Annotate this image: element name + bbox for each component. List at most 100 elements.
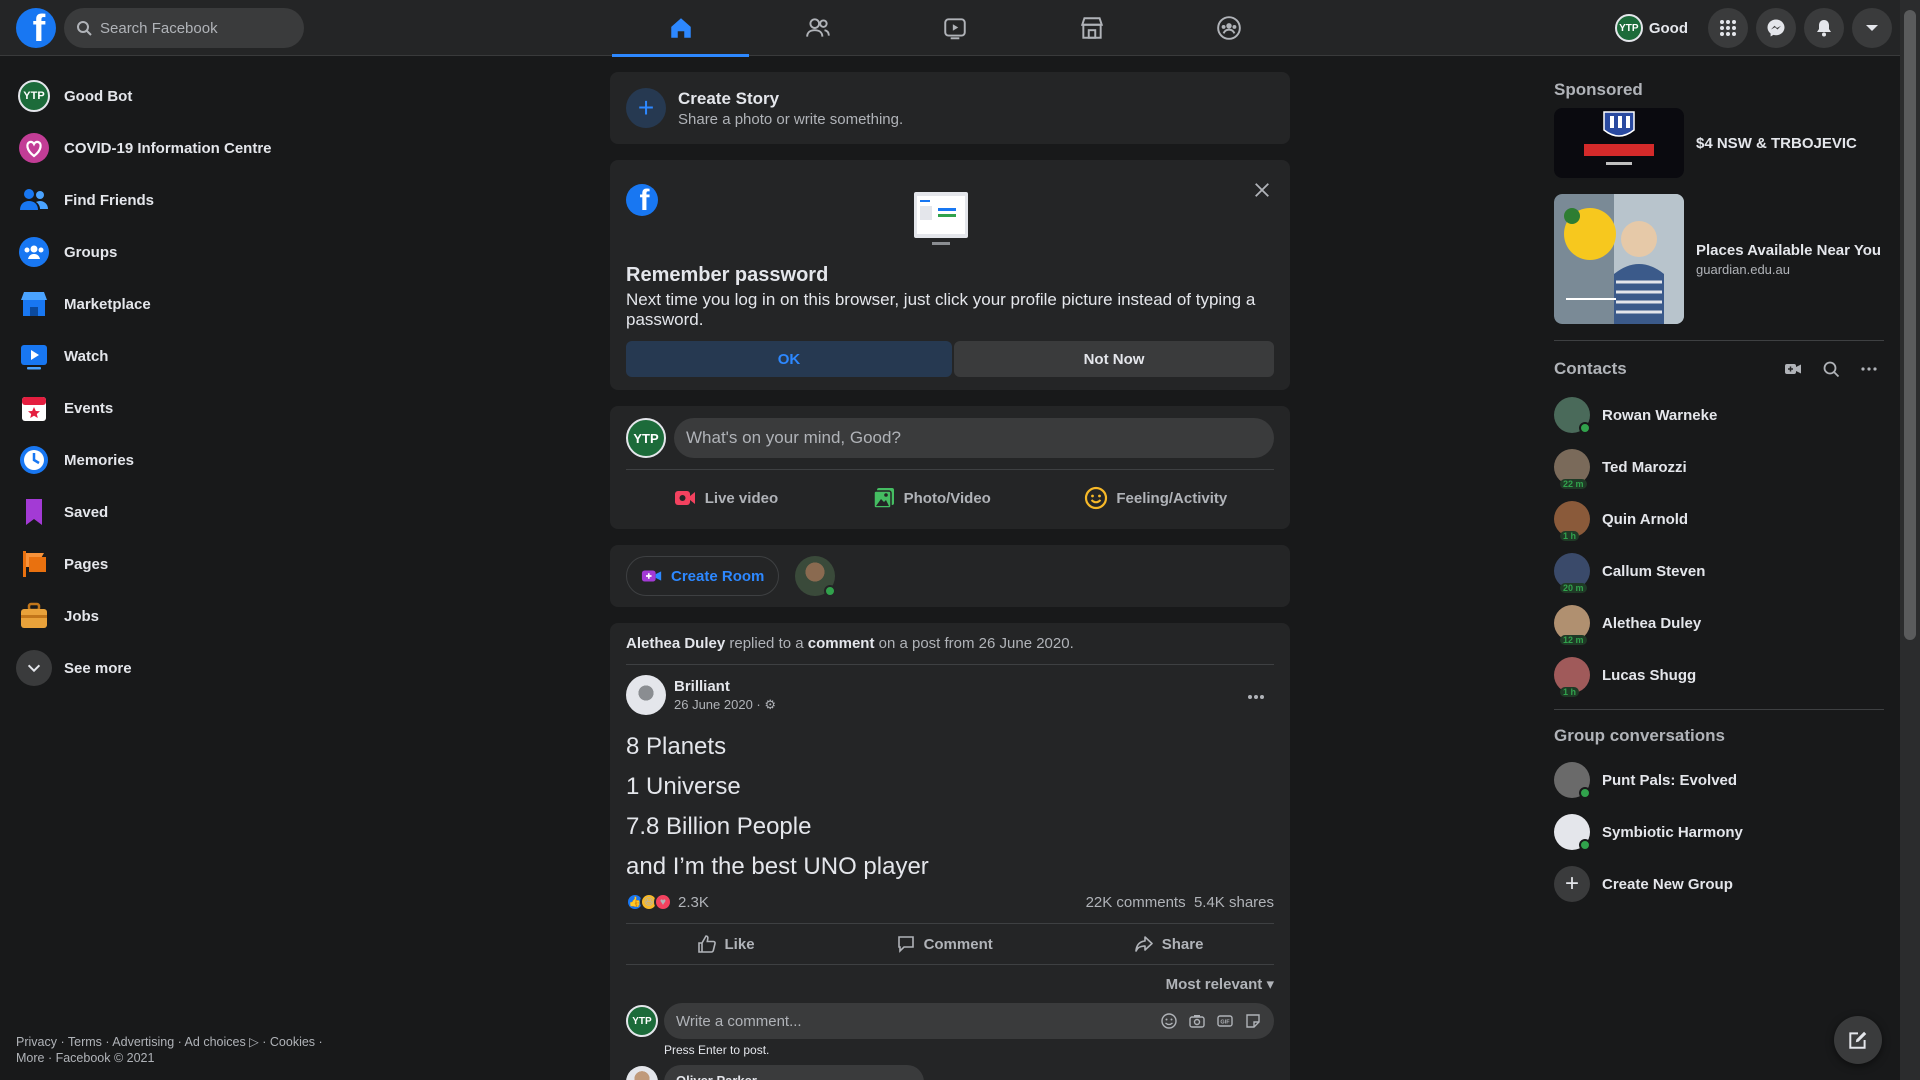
last-active-badge: 22 m xyxy=(1560,479,1587,489)
search-input[interactable] xyxy=(100,19,290,37)
avatar[interactable] xyxy=(626,675,666,715)
contact-item[interactable]: 1 h Lucas Shugg xyxy=(1554,649,1884,701)
create-room-button[interactable]: Create Room xyxy=(626,556,780,596)
sidebar-item-find-friends[interactable]: Find Friends xyxy=(8,174,348,226)
search-icon xyxy=(77,21,92,36)
sidebar-item-see-more[interactable]: See more xyxy=(8,642,348,694)
watch-icon xyxy=(943,18,966,40)
footer-line[interactable]: More · Facebook © 2021 xyxy=(16,1050,356,1066)
scrollbar-thumb[interactable] xyxy=(1904,10,1916,640)
page-scrollbar[interactable] xyxy=(1900,0,1920,1080)
activity-text: on a post from 26 June 2020. xyxy=(874,635,1074,652)
divider xyxy=(1554,340,1884,341)
photo-video-button[interactable]: Photo/Video xyxy=(872,486,991,510)
sidebar-item-watch[interactable]: Watch xyxy=(8,330,348,382)
comment-button[interactable]: Comment xyxy=(896,934,993,954)
sticker-icon[interactable] xyxy=(1244,1012,1262,1030)
notifications-button[interactable] xyxy=(1804,8,1844,48)
search-icon[interactable] xyxy=(1822,360,1840,378)
sidebar-item-covid[interactable]: COVID-19 Information Centre xyxy=(8,122,348,174)
sidebar-item-label: Events xyxy=(64,399,114,417)
tab-friends[interactable] xyxy=(749,0,886,56)
ad-image xyxy=(1554,194,1684,324)
avatar[interactable] xyxy=(795,556,837,597)
sidebar-item-groups[interactable]: Groups xyxy=(8,226,348,278)
contact-item[interactable]: 22 m Ted Marozzi xyxy=(1554,441,1884,493)
new-room-icon[interactable] xyxy=(1784,360,1802,378)
contact-item[interactable]: Rowan Warneke xyxy=(1554,389,1884,441)
post-text-line: 7.8 Billion People xyxy=(626,813,812,840)
contact-item[interactable]: 1 h Quin Arnold xyxy=(1554,493,1884,545)
like-label: Like xyxy=(724,935,755,953)
like-button[interactable]: Like xyxy=(697,934,755,954)
sidebar-item-marketplace[interactable]: Marketplace xyxy=(8,278,348,330)
activity-comment-link[interactable]: comment xyxy=(808,635,875,652)
post-date[interactable]: 26 June 2020 · ⚙ xyxy=(674,697,776,713)
sidebar-item-jobs[interactable]: Jobs xyxy=(8,590,348,642)
avatar[interactable]: YTP xyxy=(626,418,666,458)
profile-chip[interactable]: YTP Good xyxy=(1611,10,1700,46)
footer-line[interactable]: Privacy · Terms · Advertising · Ad choic… xyxy=(16,1034,356,1050)
post-author-name[interactable]: Brilliant xyxy=(674,678,776,695)
comments-count[interactable]: 22K comments xyxy=(1086,894,1186,911)
svg-text:GIF: GIF xyxy=(1220,1020,1230,1026)
feed-post: Alethea Duley replied to a comment on a … xyxy=(610,623,1290,1080)
activity-actor[interactable]: Alethea Duley xyxy=(626,635,725,652)
shares-count[interactable]: 5.4K shares xyxy=(1194,894,1274,911)
composer-input[interactable]: What's on your mind, Good? xyxy=(674,418,1274,458)
comment-author[interactable]: Oliver Parker xyxy=(664,1065,924,1080)
contact-name: Callum Steven xyxy=(1602,562,1706,580)
live-video-button[interactable]: Live video xyxy=(673,486,778,510)
sidebar-item-pages[interactable]: Pages xyxy=(8,538,348,590)
sidebar-item-events[interactable]: Events xyxy=(8,382,348,434)
comment-input[interactable]: Write a comment... GIF xyxy=(664,1003,1274,1039)
contact-item[interactable]: 12 m Alethea Duley xyxy=(1554,597,1884,649)
emoji-icon[interactable] xyxy=(1160,1012,1178,1030)
more-horizontal-icon[interactable] xyxy=(1860,360,1878,378)
plus-icon: + xyxy=(1554,866,1590,902)
sidebar-item-memories[interactable]: Memories xyxy=(8,434,348,486)
share-button[interactable]: Share xyxy=(1134,934,1203,954)
group-conversation-item[interactable]: Punt Pals: Evolved xyxy=(1554,754,1884,806)
menu-button[interactable] xyxy=(1708,8,1748,48)
reactions-summary[interactable]: 👍 😆 ♥ 2.3K xyxy=(626,893,709,911)
covid-heart-icon xyxy=(19,133,49,163)
account-button[interactable] xyxy=(1852,8,1892,48)
footer-links[interactable]: Privacy · Terms · Advertising · Ad choic… xyxy=(16,1034,356,1066)
avatar[interactable] xyxy=(626,1066,658,1080)
gif-icon[interactable]: GIF xyxy=(1216,1012,1234,1030)
comment-sort-dropdown[interactable]: Most relevant ▾ xyxy=(626,975,1274,995)
facebook-logo[interactable]: f xyxy=(16,8,56,48)
create-story-card[interactable]: + Create Story Share a photo or write so… xyxy=(610,72,1290,144)
tab-home[interactable] xyxy=(612,0,749,57)
close-button[interactable] xyxy=(1248,176,1276,204)
caret-down-icon xyxy=(1866,25,1878,31)
sidebar-item-profile[interactable]: YTP Good Bot xyxy=(8,70,348,122)
contact-name: Ted Marozzi xyxy=(1602,458,1687,476)
messenger-button[interactable] xyxy=(1756,8,1796,48)
sidebar-item-label: Good Bot xyxy=(64,87,133,105)
sidebar-item-saved[interactable]: Saved xyxy=(8,486,348,538)
tab-groups[interactable] xyxy=(1160,0,1297,56)
contact-name: Alethea Duley xyxy=(1602,614,1702,632)
search-box[interactable] xyxy=(64,8,304,48)
create-new-group-button[interactable]: + Create New Group xyxy=(1554,858,1884,910)
love-reaction-icon: ♥ xyxy=(654,893,672,911)
ok-button[interactable]: OK xyxy=(626,341,952,377)
new-message-button[interactable] xyxy=(1834,1016,1882,1064)
feeling-activity-button[interactable]: Feeling/Activity xyxy=(1084,486,1227,510)
tab-marketplace[interactable] xyxy=(1023,0,1160,56)
post-options-button[interactable] xyxy=(1238,679,1274,715)
not-now-button[interactable]: Not Now xyxy=(954,341,1274,377)
messenger-icon xyxy=(1767,19,1785,37)
sponsored-ad[interactable]: Places Available Near You guardian.edu.a… xyxy=(1554,194,1884,324)
online-indicator xyxy=(1579,422,1591,434)
tab-watch[interactable] xyxy=(886,0,1023,56)
sponsored-ad[interactable]: $4 NSW & TRBOJEVIC xyxy=(1554,108,1884,178)
facebook-logo-icon: f xyxy=(626,184,658,216)
avatar: 1 h xyxy=(1554,657,1590,697)
news-feed: + Create Story Share a photo or write so… xyxy=(610,72,1290,1080)
camera-icon[interactable] xyxy=(1188,1012,1206,1030)
contact-item[interactable]: 20 m Callum Steven xyxy=(1554,545,1884,597)
group-conversation-item[interactable]: Symbiotic Harmony xyxy=(1554,806,1884,858)
